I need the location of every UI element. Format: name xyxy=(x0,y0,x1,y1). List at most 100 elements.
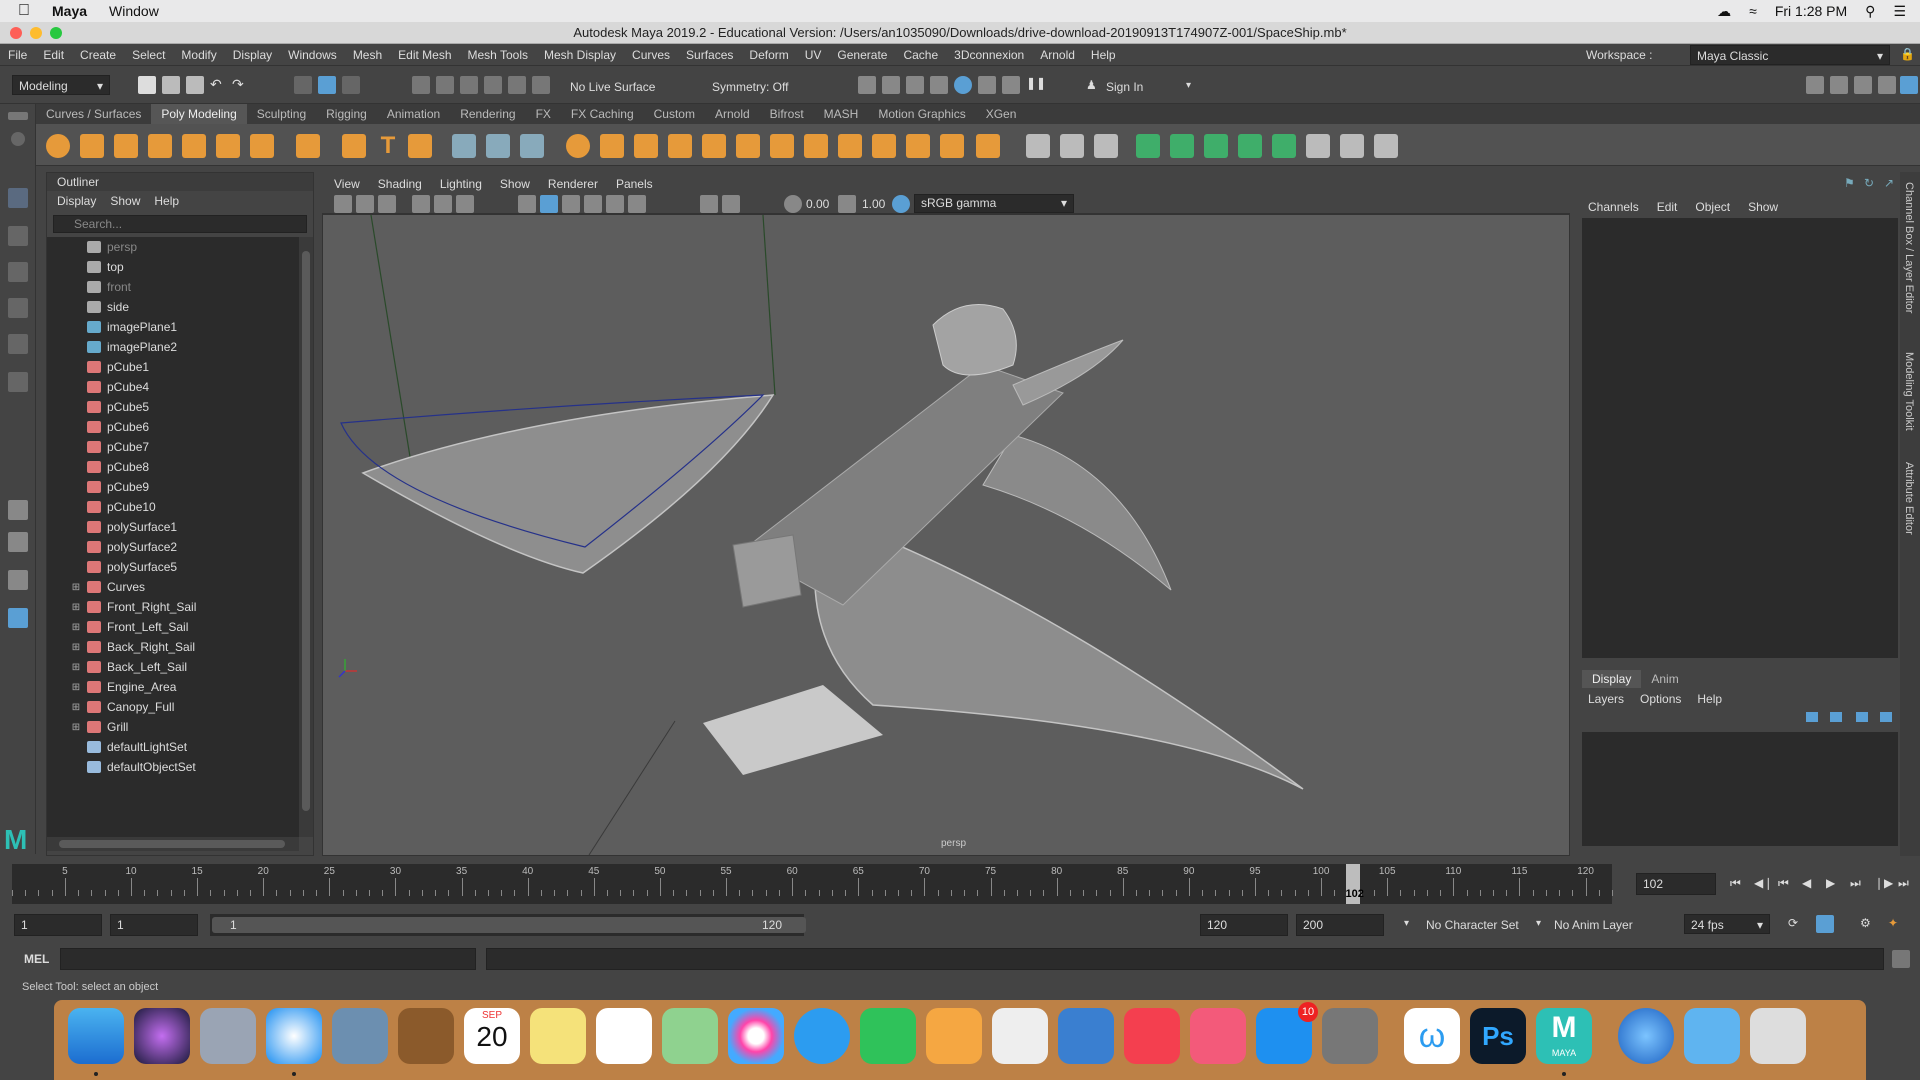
outliner-item[interactable]: front xyxy=(47,277,299,297)
numbers-icon[interactable] xyxy=(992,1008,1048,1064)
outliner-item[interactable]: top xyxy=(47,257,299,277)
viewport-persp[interactable]: persp xyxy=(322,214,1570,856)
outliner-item[interactable]: imagePlane2 xyxy=(47,337,299,357)
workspace-dropdown[interactable]: Maya Classic ▾ xyxy=(1690,45,1890,65)
circularize-icon[interactable] xyxy=(976,134,1000,158)
bookmark-icon[interactable] xyxy=(378,195,396,213)
outliner-menu-help[interactable]: Help xyxy=(154,194,179,208)
user-icon[interactable]: ♟ xyxy=(1086,78,1097,92)
scrollbar-thumb[interactable] xyxy=(59,840,285,848)
go-to-start-icon[interactable]: ⏮ xyxy=(1730,876,1741,891)
menu-file[interactable]: File xyxy=(0,48,35,62)
move-layer-down-icon[interactable] xyxy=(1830,712,1842,722)
outliner-item[interactable]: pCube9 xyxy=(47,477,299,497)
expand-icon[interactable]: ⊞ xyxy=(69,662,83,673)
grid-toggle-icon[interactable] xyxy=(412,195,430,213)
scale-tool-icon[interactable] xyxy=(8,372,28,392)
end-time-field[interactable]: 200 xyxy=(1296,914,1384,936)
loop-icon[interactable]: ⟳ xyxy=(1788,916,1798,930)
zoom-window-button[interactable] xyxy=(50,27,62,39)
undo-icon[interactable]: ↶ xyxy=(210,76,228,94)
resolution-gate-icon[interactable] xyxy=(456,195,474,213)
platonic-solid-icon[interactable] xyxy=(296,134,320,158)
reminders-icon[interactable] xyxy=(596,1008,652,1064)
bevel-icon[interactable] xyxy=(668,134,692,158)
auto-key-icon[interactable] xyxy=(1816,915,1834,933)
music-icon[interactable] xyxy=(1190,1008,1246,1064)
smooth-icon[interactable] xyxy=(566,134,590,158)
system-preferences-icon[interactable] xyxy=(1322,1008,1378,1064)
show-menu[interactable]: Show xyxy=(1748,200,1778,214)
outliner-layout-icon[interactable] xyxy=(8,608,28,628)
move-tool-icon[interactable] xyxy=(8,298,28,318)
symmetry-label[interactable]: Symmetry: Off xyxy=(712,80,788,94)
expand-icon[interactable]: ⊞ xyxy=(69,602,83,613)
shelf-tab-arnold[interactable]: Arnold xyxy=(705,104,760,124)
side-tab-attribute-editor[interactable]: Attribute Editor xyxy=(1903,462,1915,535)
shelf-tab-custom[interactable]: Custom xyxy=(644,104,705,124)
photoshop-icon[interactable]: Ps xyxy=(1470,1008,1526,1064)
start-time-field[interactable]: 1 xyxy=(14,914,102,936)
outliner-item[interactable]: pCube7 xyxy=(47,437,299,457)
finder-icon[interactable] xyxy=(68,1008,124,1064)
textured-icon[interactable] xyxy=(584,195,602,213)
redo-icon[interactable]: ↷ xyxy=(232,76,250,94)
news-icon[interactable] xyxy=(1124,1008,1180,1064)
new-layer-selected-icon[interactable] xyxy=(1880,712,1892,722)
expand-icon[interactable]: ⊞ xyxy=(69,642,83,653)
app-menu[interactable]: Maya xyxy=(52,3,87,19)
menu-generate[interactable]: Generate xyxy=(829,48,895,62)
layers-menu[interactable]: Layers xyxy=(1588,692,1624,706)
make-hole-icon[interactable] xyxy=(838,134,862,158)
outliner-item[interactable]: ⊞ Curves xyxy=(47,577,299,597)
move-layer-up-icon[interactable] xyxy=(1806,712,1818,722)
step-back-frame-icon[interactable]: ◀❘ xyxy=(1754,876,1773,890)
offset-loop-icon[interactable] xyxy=(940,134,964,158)
facetime-icon[interactable] xyxy=(860,1008,916,1064)
outliner-item[interactable]: pCube6 xyxy=(47,417,299,437)
edit-menu[interactable]: Edit xyxy=(1657,200,1678,214)
outliner-item[interactable]: ⊞ Back_Left_Sail xyxy=(47,657,299,677)
menu-edit[interactable]: Edit xyxy=(35,48,72,62)
shadows-icon[interactable] xyxy=(628,195,646,213)
outliner-item[interactable]: polySurface2 xyxy=(47,537,299,557)
contacts-icon[interactable] xyxy=(398,1008,454,1064)
hypershade-icon[interactable] xyxy=(930,76,948,94)
outliner-item[interactable]: persp xyxy=(47,237,299,257)
extrude-icon[interactable] xyxy=(600,134,624,158)
svg-tool-icon[interactable] xyxy=(408,134,432,158)
combine-icon[interactable] xyxy=(486,134,510,158)
outliner-menu-show[interactable]: Show xyxy=(110,194,140,208)
exposure-value[interactable]: 0.00 xyxy=(806,197,829,211)
outliner-item[interactable]: pCube4 xyxy=(47,377,299,397)
viewport-menu-panels[interactable]: Panels xyxy=(616,177,653,191)
expand-icon[interactable]: ⊞ xyxy=(69,722,83,733)
gamma-icon[interactable] xyxy=(838,195,856,213)
xray-icon[interactable] xyxy=(722,195,740,213)
scrollbar-thumb[interactable] xyxy=(302,251,310,811)
insert-loop-icon[interactable] xyxy=(702,134,726,158)
outliner-item[interactable]: pCube1 xyxy=(47,357,299,377)
poly-torus-icon[interactable] xyxy=(182,134,206,158)
lasso-tool-icon[interactable] xyxy=(8,226,28,246)
viewport-menu-lighting[interactable]: Lighting xyxy=(440,177,482,191)
single-view-icon[interactable] xyxy=(8,500,28,520)
save-scene-icon[interactable] xyxy=(186,76,204,94)
paint-select-icon[interactable] xyxy=(8,262,28,282)
channel-box-pin-icon[interactable]: ⚑ xyxy=(1844,176,1855,190)
select-camera-icon[interactable] xyxy=(334,195,352,213)
slide-edge-icon[interactable] xyxy=(1094,134,1118,158)
siri-icon[interactable] xyxy=(134,1008,190,1064)
shelf-tab-poly-modeling[interactable]: Poly Modeling xyxy=(151,104,247,124)
uv-editor-icon[interactable] xyxy=(1136,134,1160,158)
render-frame-icon[interactable] xyxy=(858,76,876,94)
camera-attributes-icon[interactable] xyxy=(356,195,374,213)
menu-create[interactable]: Create xyxy=(72,48,124,62)
menu-deform[interactable]: Deform xyxy=(741,48,796,62)
mirror-icon[interactable] xyxy=(872,134,896,158)
go-to-end-icon[interactable]: ⏭ xyxy=(1898,876,1909,891)
app-store-icon[interactable]: 10 xyxy=(1256,1002,1318,1064)
notes-icon[interactable] xyxy=(530,1008,586,1064)
shelf-tab-curves-surfaces[interactable]: Curves / Surfaces xyxy=(36,104,151,124)
expand-icon[interactable]: ⊞ xyxy=(69,682,83,693)
